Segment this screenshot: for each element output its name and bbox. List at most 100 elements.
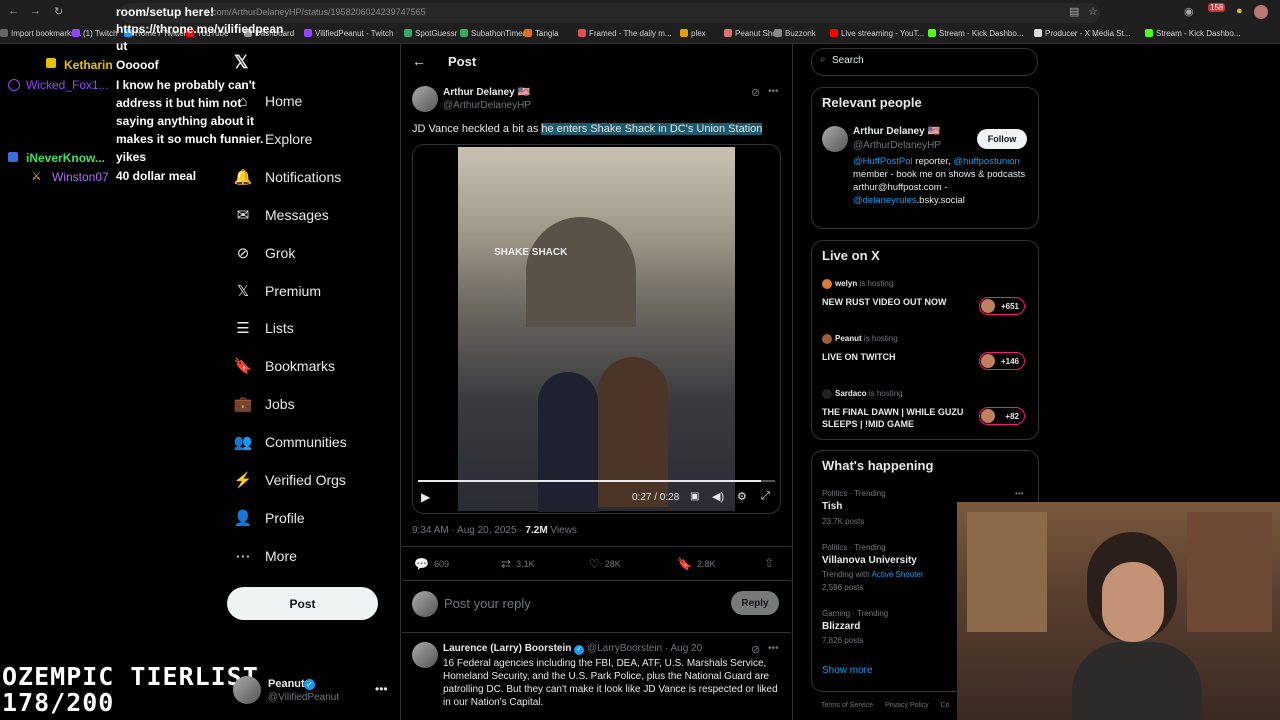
bookmark-favicon-icon (72, 29, 80, 37)
video-progress-track[interactable] (418, 480, 775, 482)
reply-action[interactable]: 💬 609 (414, 557, 449, 571)
bookmark-item[interactable]: Stream - Kick Dashbo... (1145, 29, 1240, 38)
back-icon[interactable]: ← (8, 5, 19, 17)
share-icon[interactable]: ⇧ (764, 556, 774, 570)
bookmark-item[interactable]: SubathonTimer (460, 29, 525, 38)
forward-icon[interactable]: → (30, 5, 41, 17)
nav-item-grok[interactable]: ⊘ Grok (234, 241, 296, 265)
account-menu-icon[interactable]: ••• (375, 682, 388, 696)
bookmark-item[interactable]: Import bookmarks... (0, 29, 82, 38)
chat-username: Ketharin (64, 58, 113, 72)
bookmark-item[interactable]: Buzzonk (774, 29, 816, 38)
extension-icon[interactable]: ◉ (1184, 5, 1194, 18)
nav-item-premium[interactable]: 𝕏 Premium (234, 279, 321, 303)
person-name[interactable]: Arthur Delaney 🇺🇸 (853, 126, 940, 137)
account-avatar[interactable] (233, 676, 261, 704)
profile-avatar[interactable] (1254, 5, 1268, 19)
live-title[interactable]: NEW RUST VIDEO OUT NOW (822, 296, 974, 308)
reload-icon[interactable]: ↻ (54, 5, 63, 18)
settings-icon[interactable]: ⚙ (737, 490, 747, 503)
reply-menu-icon[interactable]: ••• (768, 643, 779, 654)
follow-button[interactable]: Follow (977, 129, 1027, 149)
show-more-link[interactable]: Show more (822, 665, 873, 676)
live-title[interactable]: THE FINAL DAWN | WHILE GUZU SLEEPS | !MI… (822, 406, 974, 430)
fullscreen-icon[interactable]: ⤢ (761, 490, 770, 503)
bookmark-item[interactable]: Peanut Shop (724, 29, 781, 38)
play-icon[interactable]: ▶ (421, 490, 430, 504)
lightning-icon: ⚡ (233, 472, 253, 489)
person-handle[interactable]: @ArthurDelaneyHP (853, 140, 941, 151)
author-name[interactable]: Arthur Delaney 🇺🇸 (443, 87, 530, 98)
bookmark-item[interactable]: Stream - Kick Dashbo... (928, 29, 1023, 38)
bookmark-item[interactable]: Producer - X Media St... (1034, 29, 1130, 38)
nav-item-messages[interactable]: ✉ Messages (234, 203, 329, 227)
post-menu-icon[interactable]: ••• (768, 86, 779, 97)
footer-link[interactable]: Terms of Service (821, 702, 873, 709)
person-avatar[interactable] (822, 126, 848, 152)
video-player[interactable]: SHAKE SHACK ▶ 0:27 / 0:28 ▣ ◀) ⚙ ⤢ (412, 144, 781, 514)
author-avatar[interactable] (412, 86, 438, 112)
grok-explain-icon[interactable]: ⊘ (751, 86, 760, 99)
nav-item-label: Explore (265, 130, 313, 147)
nav-item-communities[interactable]: 👥 Communities (234, 430, 347, 454)
like-action[interactable]: ♡ 28K (589, 557, 621, 571)
post-button[interactable]: Post (227, 587, 378, 620)
listener-avatar (981, 354, 995, 368)
live-listener-pill[interactable]: +82 (979, 407, 1025, 425)
search-input[interactable]: Search (832, 55, 864, 66)
trend-related-link[interactable]: Active Shooter (872, 570, 924, 579)
nav-item-explore[interactable]: ⌕ Explore (234, 127, 313, 151)
bio-link[interactable]: @HuffPostPol (853, 156, 913, 167)
bookmark-item[interactable]: Live streaming - YouT... (830, 29, 924, 38)
reply-author-avatar[interactable] (412, 642, 438, 668)
reply-author-handle[interactable]: @LarryBoorstein (587, 643, 662, 654)
live-listener-pill[interactable]: +146 (979, 352, 1025, 370)
repost-action[interactable]: ⇄ 3.1K (501, 557, 535, 571)
bookmark-favicon-icon (680, 29, 688, 37)
trend-topic[interactable]: Villanova University (822, 555, 917, 566)
nav-item-jobs[interactable]: 💼 Jobs (234, 392, 295, 416)
reader-icon[interactable]: ▤ (1069, 5, 1079, 18)
nav-item-more[interactable]: ⋯ More (234, 544, 297, 568)
live-title[interactable]: LIVE ON TWITCH (822, 351, 974, 363)
author-handle[interactable]: @ArthurDelaneyHP (443, 100, 531, 111)
bookmark-action[interactable]: 🔖 2.8K (677, 557, 715, 571)
trend-category: Gaming · Trending (822, 609, 889, 618)
nav-item-verified-orgs[interactable]: ⚡ Verified Orgs (234, 468, 346, 492)
bookmark-favicon-icon (578, 29, 586, 37)
bio-link[interactable]: @delaneyrules (853, 195, 917, 206)
trend-menu-icon[interactable]: ••• (1015, 489, 1023, 498)
footer-link[interactable]: Privacy Policy (885, 702, 929, 709)
reply-author-name[interactable]: Laurence (Larry) Boorstein (443, 643, 571, 654)
bookmark-item[interactable]: plex (680, 29, 706, 38)
nav-item-notifications[interactable]: 🔔 Notifications (234, 165, 342, 189)
captions-icon[interactable]: ▣ (690, 491, 699, 502)
emoji-icon[interactable]: ● (1236, 5, 1243, 17)
bio-text: member - book me on shows & podcasts art… (853, 169, 1026, 193)
star-icon[interactable]: ☆ (1088, 5, 1098, 18)
reply-button[interactable]: Reply (731, 591, 779, 615)
live-listener-pill[interactable]: +651 (979, 297, 1025, 315)
back-arrow-icon[interactable]: ← (412, 53, 426, 69)
bio-link[interactable]: @huffpostunion (953, 156, 1020, 167)
nav-item-lists[interactable]: ☰ Lists (234, 316, 294, 340)
trend-topic[interactable]: Blizzard (822, 621, 860, 632)
trend-posts: 23.7K posts (822, 517, 865, 526)
footer-links: Terms of Service Privacy Policy Co (821, 702, 950, 709)
nav-item-bookmarks[interactable]: 🔖 Bookmarks (234, 354, 335, 378)
trend-topic[interactable]: Tish (822, 501, 842, 512)
x-logo-icon[interactable]: 𝕏 (234, 52, 249, 73)
badge-icon (46, 58, 56, 68)
reply-input[interactable]: Post your reply (444, 596, 531, 611)
nav-item-home[interactable]: ⌂ Home (234, 89, 302, 113)
bookmark-item[interactable]: Tangia (524, 29, 559, 38)
footer-link[interactable]: Co (941, 702, 950, 709)
bookmark-label: Stream - Kick Dashbo... (939, 29, 1024, 38)
grok-explain-icon[interactable]: ⊘ (751, 643, 760, 656)
volume-icon[interactable]: ◀) (712, 490, 724, 503)
bookmark-item[interactable]: SpotGuessr (404, 29, 457, 38)
bookmark-item[interactable]: VilifiedPeanut - Twitch (304, 29, 393, 38)
nav-item-profile[interactable]: 👤 Profile (234, 506, 305, 530)
bookmark-item[interactable]: (1) Twitch (72, 29, 118, 38)
bookmark-item[interactable]: Framed - The daily m... (578, 29, 672, 38)
